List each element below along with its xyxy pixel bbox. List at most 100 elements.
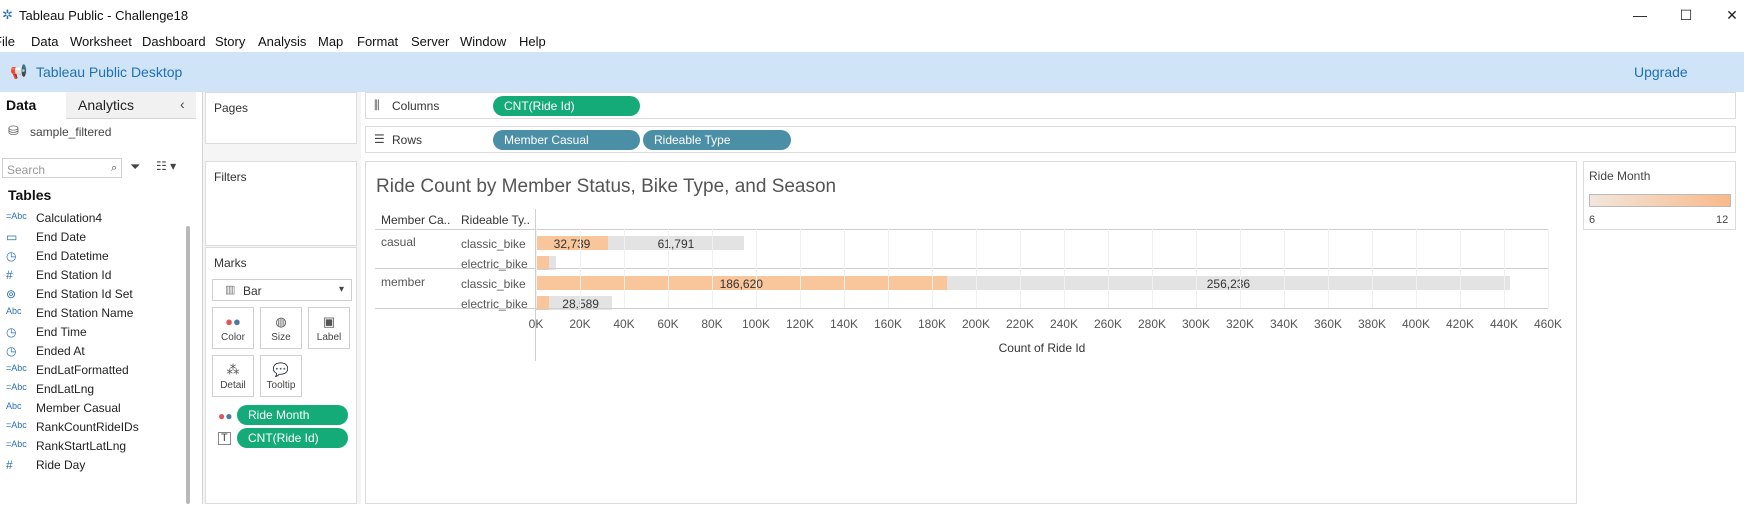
field-name: RankStartLatLng [36, 439, 127, 453]
view-options-icon[interactable]: ☷ ▾ [156, 159, 176, 173]
legend-min: 6 [1589, 214, 1596, 226]
number-type-icon: # [6, 268, 13, 282]
field-item[interactable]: =Abc EndLatLng [0, 379, 182, 400]
x-tick-label: 460K [1534, 317, 1563, 331]
x-tick-label: 120K [786, 317, 815, 331]
date-type-icon: ▭ [6, 230, 18, 244]
datetime-type-icon: ◷ [6, 249, 17, 263]
gridline [844, 229, 845, 308]
x-tick-label: 440K [1490, 317, 1519, 331]
x-tick-label: 40K [613, 317, 635, 331]
bar-chart-icon: ▥ [225, 284, 236, 296]
calculated-text-icon: =Abc [6, 382, 27, 392]
mark-tooltip-button[interactable]: 💬 Tooltip [260, 355, 302, 397]
minimize-button[interactable]: — [1617, 0, 1663, 30]
field-item[interactable]: ▭ End Date [0, 227, 182, 248]
bar-value-label: 32,739 [553, 237, 591, 251]
field-name: End Station Id Set [36, 287, 133, 301]
menu-file[interactable]: File [0, 34, 15, 49]
mark-color-button[interactable]: ●● Color [212, 307, 254, 349]
tab-analytics[interactable]: Analytics [66, 92, 196, 119]
mark-size-label: Size [271, 332, 291, 343]
field-item[interactable]: Abc Member Casual [0, 398, 182, 419]
pill-ride-month[interactable]: Ride Month [237, 405, 348, 425]
size-icon: ◍ [275, 314, 287, 329]
search-icon: ⌕ [111, 162, 118, 174]
mark-label-button[interactable]: ▣ Label [308, 307, 350, 349]
gridline [668, 229, 669, 308]
scrollbar[interactable] [186, 226, 190, 504]
menu-server[interactable]: Server [411, 34, 449, 49]
megaphone-icon: 📢 [10, 63, 28, 79]
field-name: End Time [36, 325, 87, 339]
x-tick-label: 300K [1182, 317, 1211, 331]
color-encoding-icon: ●● [218, 409, 233, 423]
worksheet-view[interactable] [365, 161, 1577, 504]
menu-window[interactable]: Window [460, 34, 506, 49]
gridline [1548, 229, 1549, 308]
calculated-text-icon: =Abc [6, 439, 27, 449]
x-tick-label: 240K [1050, 317, 1079, 331]
maximize-button[interactable]: ☐ [1663, 0, 1709, 30]
x-tick-label: 100K [742, 317, 771, 331]
menu-dashboard[interactable]: Dashboard [142, 34, 206, 49]
menu-story[interactable]: Story [215, 34, 245, 49]
mark-size-button[interactable]: ◍ Size [260, 307, 302, 349]
mark-type-value: Bar [243, 284, 262, 298]
field-list: =Abc Calculation4 ▭ End Date ◷ End Datetime # E… [0, 208, 182, 508]
field-item[interactable]: # Ride Day [0, 455, 182, 476]
gridline [1152, 229, 1153, 308]
close-button[interactable]: ✕ [1709, 0, 1744, 30]
data-pane: Data Analytics ‹ ⛁ sample_filtered Searc… [0, 92, 203, 504]
x-tick-label: 60K [657, 317, 679, 331]
filters-card[interactable]: Filters [205, 161, 357, 246]
search-placeholder: Search [7, 163, 46, 177]
datasource-name[interactable]: sample_filtered [30, 125, 111, 139]
field-item[interactable]: ◷ End Time [0, 322, 182, 343]
field-item[interactable]: =Abc RankCountRideIDs [0, 417, 182, 438]
filter-icon[interactable]: ⏷ [130, 159, 140, 175]
menu-data[interactable]: Data [31, 34, 58, 49]
pages-title: Pages [214, 101, 249, 115]
field-item[interactable]: ◷ Ended At [0, 341, 182, 362]
menu-help[interactable]: Help [519, 34, 546, 49]
mark-tooltip-label: Tooltip [266, 380, 296, 391]
pages-card[interactable]: Pages [205, 92, 357, 144]
calculated-text-icon: =Abc [6, 420, 27, 430]
field-item[interactable]: ◷ End Datetime [0, 246, 182, 267]
legend-title: Ride Month [1589, 169, 1651, 183]
label-encoding-icon: T [218, 432, 231, 445]
gridline [1108, 229, 1109, 308]
field-item[interactable]: # End Station Id [0, 265, 182, 286]
field-item[interactable]: =Abc EndLatFormatted [0, 360, 182, 381]
upgrade-link[interactable]: Upgrade [1634, 64, 1688, 80]
tab-data[interactable]: Data [0, 92, 66, 119]
menu-worksheet[interactable]: Worksheet [70, 34, 132, 49]
menu-analysis[interactable]: Analysis [258, 34, 306, 49]
banner-title: Tableau Public Desktop [36, 64, 183, 80]
menu-format[interactable]: Format [357, 34, 398, 49]
field-item[interactable]: =Abc Calculation4 [0, 208, 182, 229]
mark-type-select[interactable]: ▥ Bar ▾ [212, 279, 352, 301]
promo-banner: 📢 Tableau Public Desktop Upgrade [0, 52, 1744, 92]
member-label: member [381, 275, 426, 289]
field-item[interactable]: =Abc RankStartLatLng [0, 436, 182, 457]
rideable-type-label: classic_bike [461, 237, 526, 251]
field-name: End Station Id [36, 268, 112, 282]
pill-rows-member-casual[interactable]: Member Casual [493, 130, 640, 150]
pill-rows-rideable-type[interactable]: Rideable Type [643, 130, 791, 150]
tableau-logo-icon: ✲ [2, 7, 13, 22]
pill-cnt-ride-id-label[interactable]: CNT(Ride Id) [237, 428, 348, 448]
collapse-pane-icon[interactable]: ‹ [180, 96, 185, 112]
pill-columns-cnt-ride-id[interactable]: CNT(Ride Id) [493, 96, 640, 116]
menu-map[interactable]: Map [318, 34, 343, 49]
gridline [976, 229, 977, 308]
field-item[interactable]: ⊚ End Station Id Set [0, 284, 182, 305]
label-icon: ▣ [322, 314, 336, 329]
field-item[interactable]: Abc End Station Name [0, 303, 182, 324]
rideable-type-label: classic_bike [461, 277, 526, 291]
mark-detail-button[interactable]: ⁂ Detail [212, 355, 254, 397]
gridline [1504, 229, 1505, 308]
x-tick-label: 0K [528, 317, 544, 331]
field-search-input[interactable]: Search ⌕ [2, 158, 122, 178]
